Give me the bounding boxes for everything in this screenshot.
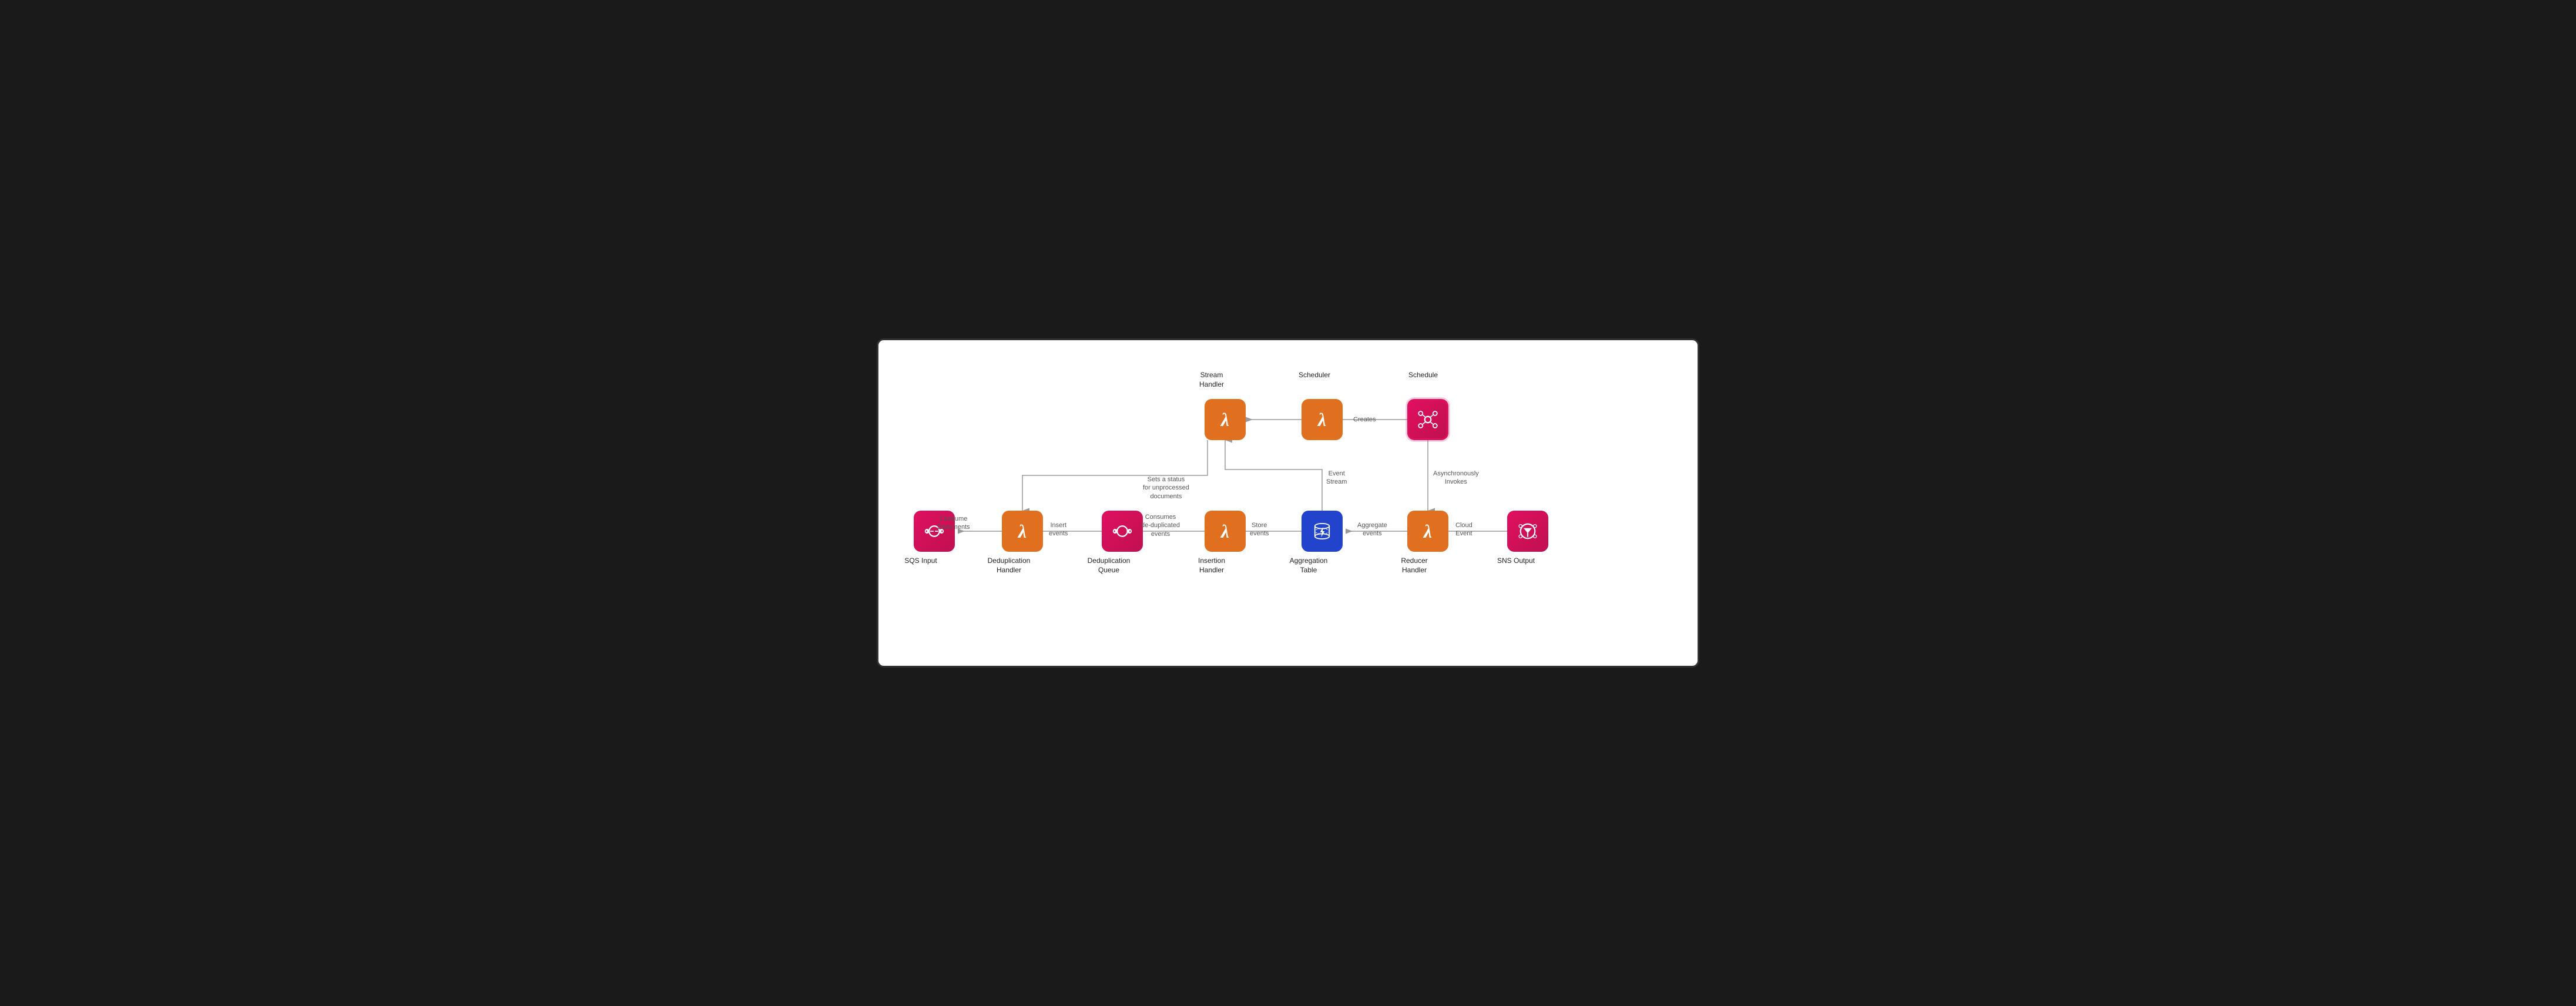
store-events-label: Storeevents [1250, 521, 1269, 538]
eventbridge-icon [1416, 407, 1440, 432]
schedule-label: Schedule [1397, 371, 1450, 380]
async-invokes-label: AsynchronouslyInvokes [1433, 470, 1479, 487]
sets-status-label: Sets a statusfor unprocesseddocuments [1143, 475, 1189, 501]
sqs-input-label: SQS Input [894, 556, 947, 566]
consumes-dedup-label: Consumesde-duplicatedevents [1141, 513, 1180, 538]
insertion-handler-label: InsertionHandler [1185, 556, 1238, 575]
scheduler-icon: λ [1302, 399, 1343, 440]
lambda-icon-stream: λ [1221, 409, 1229, 431]
sns-icon [1515, 519, 1540, 544]
stream-handler-icon: λ [1205, 399, 1246, 440]
aggregation-table-label: AggregationTable [1282, 556, 1335, 575]
diagram-frame: SQS Input λ DeduplicationHandler Dedupli… [877, 338, 1699, 668]
cloud-event-label: CloudEvent [1455, 521, 1473, 538]
dedup-handler-label: DeduplicationHandler [982, 556, 1035, 575]
sns-output-label: SNS Output [1490, 556, 1542, 566]
dedup-queue-label: DeduplicationQueue [1082, 556, 1135, 575]
lambda-icon-dedup: λ [1018, 521, 1027, 542]
reducer-handler-label: ReducerHandler [1388, 556, 1441, 575]
dedup-queue-icon-svg [1110, 519, 1135, 544]
creates-label: Creates [1353, 415, 1376, 424]
dynamo-icon [1310, 519, 1334, 544]
arrows-svg [878, 340, 1698, 666]
dedup-queue-icon [1102, 511, 1143, 552]
scheduler-label: Scheduler [1288, 371, 1341, 380]
diagram-container: SQS Input λ DeduplicationHandler Dedupli… [878, 340, 1698, 666]
sns-output-icon [1507, 511, 1548, 552]
event-stream-label: EventStream [1326, 470, 1347, 487]
consume-documents-label: ConsumeDocuments [937, 515, 970, 532]
reducer-handler-icon: λ [1407, 511, 1448, 552]
lambda-icon-insertion: λ [1221, 521, 1229, 542]
schedule-icon-box [1407, 399, 1448, 440]
dedup-handler-icon: λ [1002, 511, 1043, 552]
lambda-icon-reducer: λ [1424, 521, 1432, 542]
insertion-handler-icon: λ [1205, 511, 1246, 552]
stream-handler-label: StreamHandler [1185, 371, 1238, 389]
aggregation-table-icon [1302, 511, 1343, 552]
aggregate-events-label: Aggregateevents [1357, 521, 1387, 538]
insert-events-label: Insertevents [1049, 521, 1068, 538]
lambda-icon-scheduler: λ [1318, 409, 1326, 431]
